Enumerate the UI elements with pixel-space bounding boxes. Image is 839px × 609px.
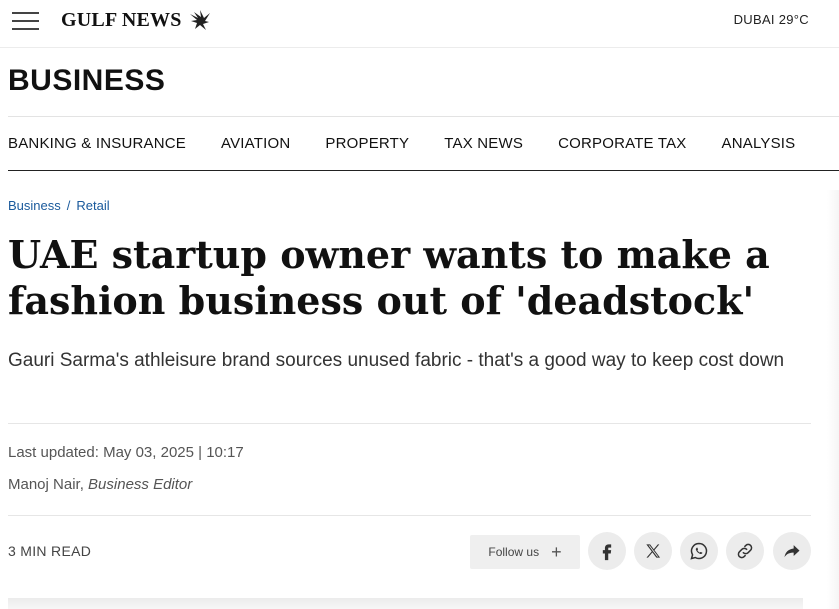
- section-subnav: BANKING & INSURANCE AVIATION PROPERTY TA…: [8, 117, 839, 171]
- breadcrumb-separator: /: [66, 198, 71, 213]
- article-hero-image: [8, 598, 803, 609]
- top-bar: GULF NEWS DUBAI 29°C: [0, 0, 839, 48]
- copy-link-icon: [737, 543, 753, 559]
- weather-readout: DUBAI 29°C: [733, 12, 809, 27]
- author-byline: Manoj Nair, Business Editor: [8, 476, 192, 493]
- hamburger-menu-icon[interactable]: [12, 12, 39, 30]
- breadcrumb: Business / Retail: [8, 198, 110, 213]
- subnav-item-property[interactable]: PROPERTY: [325, 135, 409, 152]
- page-edge-shadow: [827, 190, 839, 609]
- read-time: 3 MIN READ: [8, 543, 92, 559]
- logo-text: GULF NEWS: [61, 8, 182, 31]
- copy-link-button[interactable]: [726, 532, 764, 570]
- article-subheadline: Gauri Sarma's athleisure brand sources u…: [8, 350, 785, 371]
- subnav-item-corporate-tax[interactable]: CORPORATE TAX: [558, 135, 686, 152]
- breadcrumb-business[interactable]: Business: [8, 198, 61, 213]
- author-name[interactable]: Manoj Nair,: [8, 476, 84, 493]
- article-headline: UAE startup owner wants to make a fashio…: [8, 232, 770, 323]
- plus-icon: +: [551, 542, 562, 562]
- subnav-item-banking-insurance[interactable]: BANKING & INSURANCE: [8, 135, 186, 152]
- last-updated: Last updated: May 03, 2025 | 10:17: [8, 444, 244, 461]
- subnav-item-analysis[interactable]: ANALYSIS: [722, 135, 796, 152]
- site-logo[interactable]: GULF NEWS: [61, 6, 212, 34]
- subnav-item-aviation[interactable]: AVIATION: [221, 135, 290, 152]
- falcon-logo-icon: [189, 10, 210, 30]
- section-title[interactable]: BUSINESS: [8, 64, 165, 98]
- breadcrumb-retail[interactable]: Retail: [76, 198, 109, 213]
- divider: [8, 423, 811, 424]
- whatsapp-share-button[interactable]: [680, 532, 718, 570]
- facebook-share-button[interactable]: [588, 532, 626, 570]
- whatsapp-icon: [690, 542, 708, 560]
- x-share-button[interactable]: [634, 532, 672, 570]
- subnav-item-tax-news[interactable]: TAX NEWS: [444, 135, 523, 152]
- follow-us-label: Follow us: [488, 545, 540, 559]
- follow-us-button[interactable]: Follow us +: [470, 535, 580, 569]
- share-arrow-icon: [784, 545, 800, 558]
- x-icon: [646, 544, 661, 558]
- divider: [8, 515, 811, 516]
- author-role: Business Editor: [88, 476, 193, 493]
- facebook-icon: [602, 544, 612, 561]
- share-button[interactable]: [773, 532, 811, 570]
